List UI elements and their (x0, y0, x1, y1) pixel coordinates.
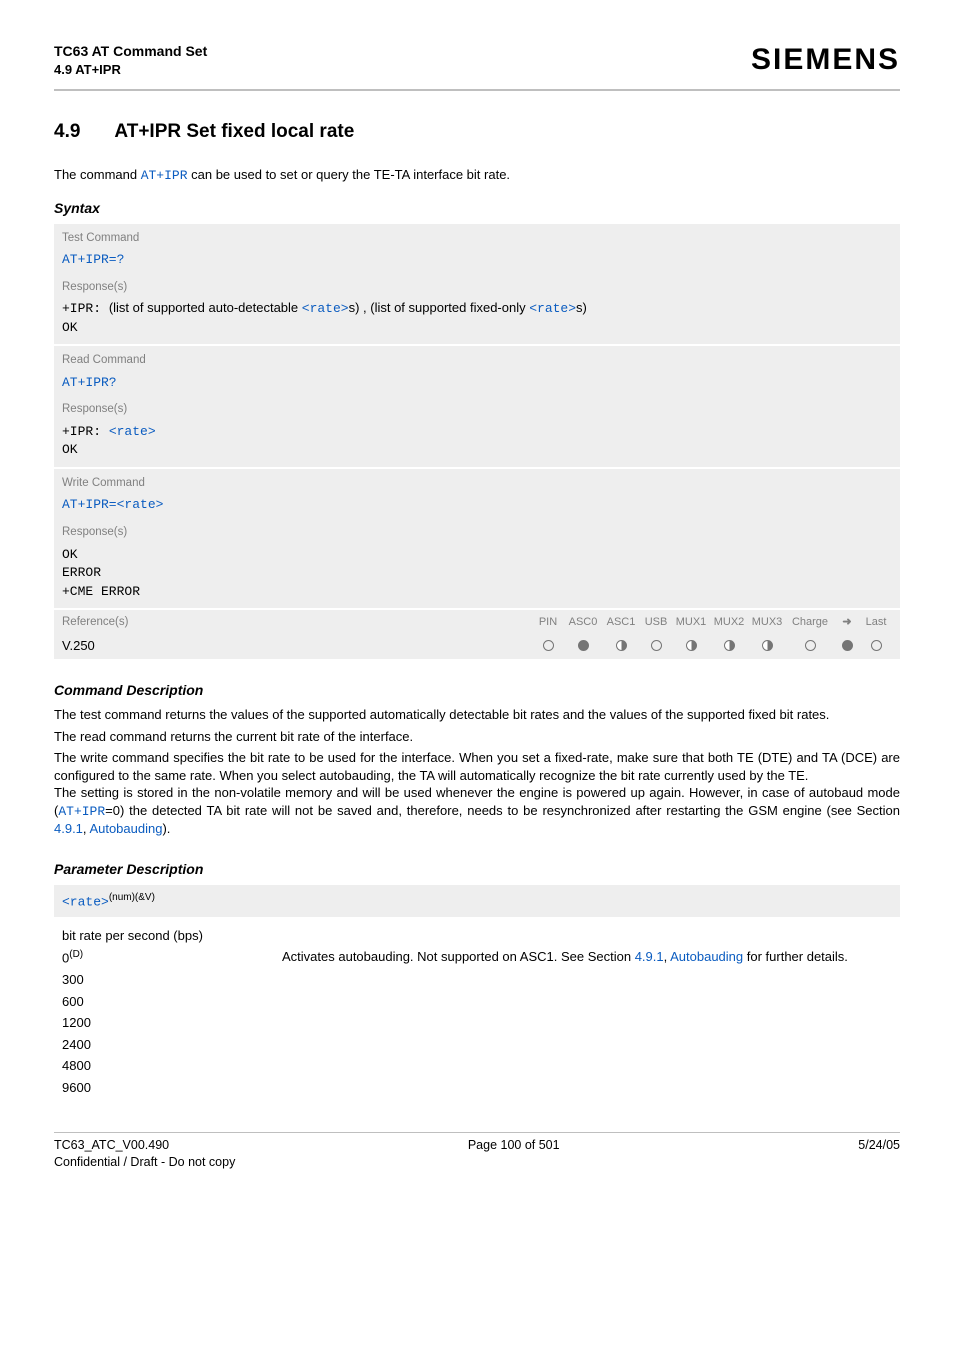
param-token-box: <rate>(num)(&V) (54, 885, 900, 917)
circle-half-icon (762, 640, 773, 651)
param-value: 4800 (62, 1057, 282, 1075)
reference-value-row: V.250 (62, 637, 892, 655)
doc-title: TC63 AT Command Set (54, 42, 207, 61)
section-heading: 4.9 AT+IPR Set fixed local rate (54, 119, 900, 145)
parameter-description-heading: Parameter Description (54, 860, 900, 879)
circle-full-icon (842, 640, 853, 651)
circle-full-icon (578, 640, 589, 651)
cmd-desc-p1: The test command returns the values of t… (54, 706, 900, 724)
test-command-line: AT+IPR=? (54, 249, 900, 275)
read-command-label: Read Command (54, 346, 900, 372)
cmd-desc-p3b: The setting is stored in the non-volatil… (54, 784, 900, 838)
rate-link[interactable]: <rate> (117, 497, 164, 512)
write-response: OK ERROR +CME ERROR (54, 543, 900, 609)
write-response-label: Response(s) (54, 520, 900, 543)
section-link[interactable]: 4.9.1 (54, 821, 83, 836)
arrow-icon: ➜ (834, 615, 860, 630)
cmd-desc-p2: The read command returns the current bit… (54, 728, 900, 746)
param-value-0: 0(D) (62, 948, 282, 967)
doc-subtitle: 4.9 AT+IPR (54, 61, 207, 79)
footer-right: 5/24/05 (858, 1137, 900, 1154)
circle-empty-icon (651, 640, 662, 651)
read-response: +IPR: <rate> OK (54, 420, 900, 467)
footer-center: Page 100 of 501 (468, 1137, 560, 1154)
reference-name: V.250 (62, 637, 532, 655)
test-command-label: Test Command (54, 224, 900, 250)
test-response: +IPR: (list of supported auto-detectable… (54, 297, 900, 344)
param-value: 2400 (62, 1036, 282, 1054)
atipr-link[interactable]: AT+IPR (141, 168, 188, 183)
rate-link[interactable]: <rate> (302, 301, 349, 316)
cmd-desc-p3a: The write command specifies the bit rate… (54, 749, 900, 784)
page-header: TC63 AT Command Set 4.9 AT+IPR SIEMENS (54, 40, 900, 81)
rate-param-token[interactable]: <rate> (62, 894, 109, 909)
reference-header-row: Reference(s) PIN ASC0 ASC1 USB MUX1 MUX2… (54, 610, 900, 659)
references-label: Reference(s) (62, 615, 532, 631)
lead-paragraph: The command AT+IPR can be used to set or… (54, 166, 900, 185)
circle-half-icon (616, 640, 627, 651)
atipr-link[interactable]: AT+IPR (58, 804, 105, 819)
write-command-line: AT+IPR=<rate> (54, 494, 900, 520)
section-number: 4.9 (54, 119, 80, 145)
header-rule (54, 89, 900, 91)
param-value: 300 (62, 971, 282, 989)
rate-link[interactable]: <rate> (529, 301, 576, 316)
circle-half-icon (686, 640, 697, 651)
read-command-line: AT+IPR? (54, 372, 900, 398)
param-value: 600 (62, 993, 282, 1011)
circle-empty-icon (805, 640, 816, 651)
autobauding-link[interactable]: Autobauding (670, 949, 743, 964)
param-value: 1200 (62, 1014, 282, 1032)
param-value: 9600 (62, 1079, 282, 1097)
param-table: bit rate per second (bps) 0(D) Activates… (54, 917, 900, 1103)
write-command-label: Write Command (54, 469, 900, 495)
footer-confidential: Confidential / Draft - Do not copy (54, 1154, 900, 1171)
brand-logo: SIEMENS (751, 40, 900, 81)
test-response-label: Response(s) (54, 275, 900, 298)
circle-empty-icon (871, 640, 882, 651)
page-footer: TC63_ATC_V00.490 Page 100 of 501 5/24/05 (54, 1133, 900, 1154)
footer-left: TC63_ATC_V00.490 (54, 1137, 169, 1154)
section-link[interactable]: 4.9.1 (635, 949, 664, 964)
autobauding-link[interactable]: Autobauding (89, 821, 162, 836)
circle-empty-icon (543, 640, 554, 651)
param-label: bit rate per second (bps) (62, 927, 282, 945)
syntax-heading: Syntax (54, 199, 900, 218)
command-description-heading: Command Description (54, 681, 900, 700)
section-title-text: AT+IPR Set fixed local rate (114, 121, 354, 142)
rate-link[interactable]: <rate> (109, 424, 156, 439)
param-value-0-desc: Activates autobauding. Not supported on … (282, 948, 892, 967)
circle-half-icon (724, 640, 735, 651)
read-response-label: Response(s) (54, 397, 900, 420)
